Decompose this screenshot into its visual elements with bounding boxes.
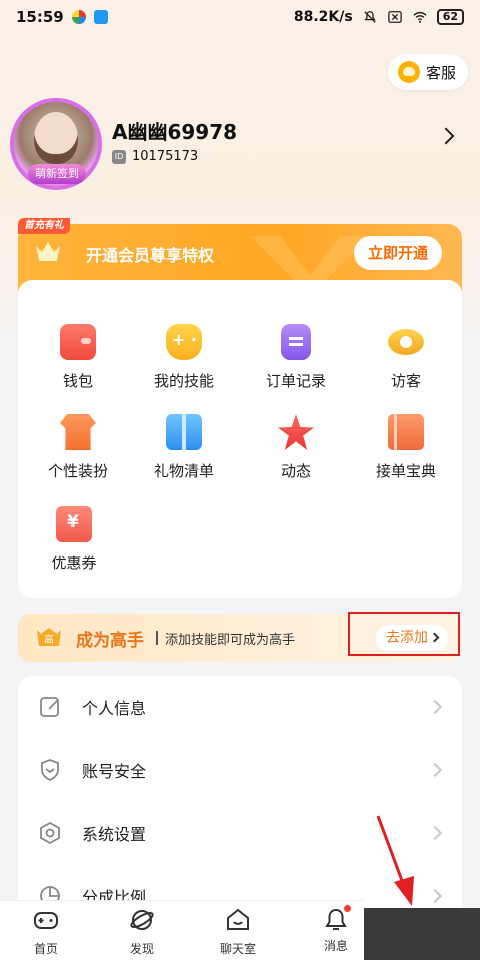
- nav-label: 聊天室: [219, 942, 256, 956]
- shirt-icon: [60, 414, 96, 450]
- grid-item-my-skills[interactable]: 我的技能: [134, 324, 234, 391]
- nav-discover[interactable]: 发现: [112, 907, 172, 957]
- app-notification-icon: [93, 10, 108, 24]
- grid-item-gift-list[interactable]: 礼物清单: [134, 414, 234, 481]
- expert-badge-icon: 高: [37, 628, 61, 646]
- close-box-icon: [387, 11, 402, 23]
- customer-service-label: 客服: [426, 63, 457, 82]
- grid-item-label: 动态: [280, 462, 311, 480]
- battery-level: 62: [436, 9, 464, 25]
- bottom-navigation: 首页 发现 聊天室 消息: [0, 900, 364, 960]
- eye-icon: [388, 329, 424, 355]
- username: A幽幽69978: [112, 120, 238, 144]
- app-notification-icon: [71, 10, 86, 24]
- nav-home[interactable]: 首页: [16, 907, 76, 957]
- grid-item-coupons[interactable]: 优惠券: [24, 506, 124, 573]
- chevron-right-icon: [427, 699, 443, 715]
- grid-item-order-guide[interactable]: 接单宝典: [356, 414, 456, 481]
- order-icon: [281, 324, 311, 360]
- user-id-row: ID 10175173: [112, 149, 198, 164]
- grid-item-label: 接单宝典: [375, 462, 436, 480]
- network-speed: 88.2K/s: [293, 9, 353, 25]
- nav-messages[interactable]: 消息: [306, 905, 366, 954]
- crown-icon: [36, 242, 60, 261]
- settings-item-label: 账号安全: [82, 762, 147, 781]
- open-vip-button[interactable]: 立即开通: [354, 236, 442, 270]
- gamepad-icon: [166, 324, 202, 360]
- chevron-right-icon: [427, 825, 443, 841]
- red-arrow-annotation: [376, 815, 414, 906]
- highlight-annotation-box: [348, 612, 460, 656]
- grid-item-order-records[interactable]: 订单记录: [246, 324, 346, 391]
- grid-item-label: 钱包: [62, 372, 93, 390]
- headset-icon: [398, 61, 420, 83]
- star-icon: [278, 414, 314, 450]
- shield-icon: [41, 759, 59, 782]
- grid-item-label: 优惠券: [51, 554, 97, 572]
- wallet-icon: [60, 324, 96, 360]
- feature-grid: 钱包 我的技能 订单记录 访客 个性装扮 礼物清单 动态 接单宝典 优惠券: [18, 280, 462, 598]
- grid-item-label: 礼物清单: [153, 462, 214, 480]
- grid-item-label: 访客: [390, 372, 421, 390]
- avatar-image: [34, 112, 78, 164]
- grid-item-visitors[interactable]: 访客: [356, 324, 456, 391]
- mute-icon: [363, 11, 376, 23]
- chevron-right-icon: [427, 762, 443, 778]
- redacted-area: [364, 908, 480, 960]
- divider: [156, 631, 158, 645]
- wifi-icon: [413, 11, 427, 23]
- grid-item-label: 我的技能: [153, 372, 214, 390]
- grid-item-dynamic[interactable]: 动态: [246, 414, 346, 481]
- customer-service-button[interactable]: 客服: [388, 54, 468, 90]
- gamepad-icon: [34, 912, 58, 929]
- nav-label: 消息: [323, 939, 348, 953]
- vip-promo-text: 开通会员尊享特权: [86, 246, 215, 265]
- settings-item-label: 系统设置: [82, 825, 147, 844]
- nav-chat-room[interactable]: 聊天室: [208, 907, 268, 957]
- unread-dot: [344, 905, 351, 912]
- home-smile-icon: [227, 908, 249, 930]
- settings-item-label: 个人信息: [82, 699, 147, 718]
- expert-description: 添加技能即可成为高手: [165, 633, 296, 648]
- id-tag-icon: ID: [112, 149, 126, 164]
- nav-label: 首页: [33, 942, 58, 956]
- coupon-icon: [56, 506, 92, 542]
- expert-title: 成为高手: [76, 631, 144, 651]
- gift-icon: [166, 414, 202, 450]
- settings-item-account-security[interactable]: 账号安全: [18, 739, 462, 801]
- bell-icon-wrap: [323, 905, 351, 933]
- settings-item-personal-info[interactable]: 个人信息: [18, 676, 462, 738]
- grid-item-dress-up[interactable]: 个性装扮: [28, 414, 128, 481]
- grid-item-label: 个性装扮: [47, 462, 108, 480]
- avatar-badge: 萌新签到: [28, 164, 86, 184]
- book-icon: [388, 414, 424, 450]
- grid-item-wallet[interactable]: 钱包: [28, 324, 128, 391]
- chevron-right-icon: [427, 888, 443, 904]
- first-recharge-tag: 首充有礼: [18, 218, 70, 234]
- planet-icon: [130, 910, 154, 930]
- grid-item-label: 订单记录: [265, 372, 326, 390]
- settings-icon: [40, 821, 60, 845]
- status-time: 15:59: [16, 8, 64, 26]
- expert-badge-text: 高: [44, 633, 54, 646]
- user-id: 10175173: [132, 149, 199, 164]
- edit-icon: [40, 697, 59, 717]
- avatar[interactable]: 萌新签到: [10, 98, 102, 190]
- status-bar: 15:59 88.2K/s 62: [0, 0, 480, 34]
- nav-label: 发现: [129, 942, 154, 956]
